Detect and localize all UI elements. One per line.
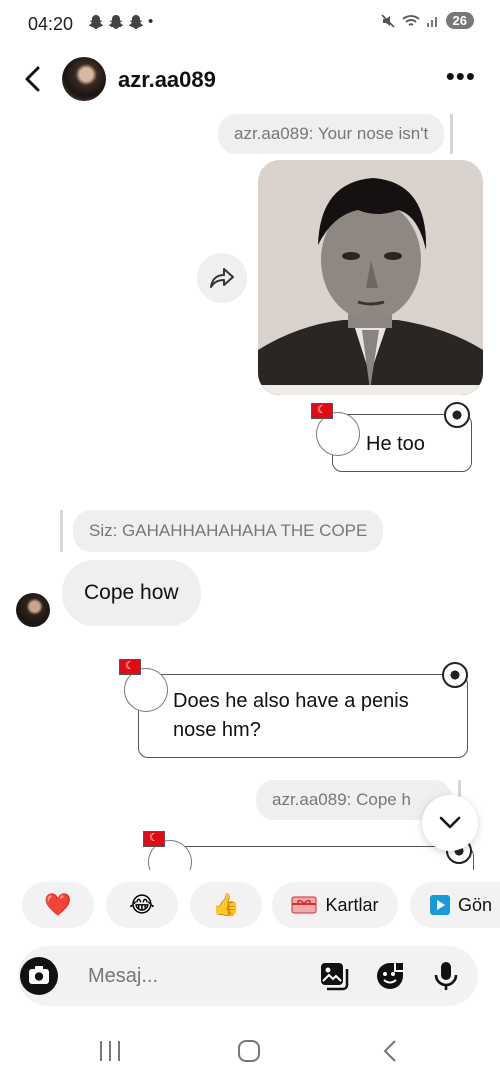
turkey-flag-icon — [119, 659, 141, 675]
sender-avatar[interactable] — [16, 593, 50, 627]
reply-quote: azr.aa089: Your nose isn't — [218, 114, 454, 154]
snapchat-icon — [128, 14, 144, 29]
battery-indicator: 26 — [445, 12, 474, 29]
chat-username[interactable]: azr.aa089 — [118, 67, 216, 93]
message-thread[interactable]: azr.aa089: Your nose isn't He too Siz: G… — [0, 110, 500, 870]
reply-quote: Siz: GAHAHHAHAHAHA THE COPE — [60, 510, 384, 552]
cards-label: Kartlar — [325, 894, 379, 915]
battery-level: 26 — [452, 13, 467, 28]
soccer-ball-icon — [444, 402, 470, 428]
signal-icon — [426, 16, 437, 27]
system-nav-bar — [0, 1020, 500, 1084]
quick-reaction-heart[interactable]: ❤️ — [22, 882, 94, 928]
status-right: 26 — [380, 12, 474, 29]
message-composer — [18, 946, 478, 1006]
mute-icon — [380, 13, 395, 28]
home-icon — [238, 1040, 260, 1062]
gallery-button[interactable] — [318, 960, 350, 992]
voice-button[interactable] — [430, 960, 462, 992]
message-input[interactable] — [88, 961, 308, 991]
recent-apps-button[interactable] — [90, 1036, 130, 1066]
portrait-image — [258, 160, 483, 395]
sticker-icon — [377, 963, 403, 989]
reply-quote-text: Siz: GAHAHHAHAHAHA THE COPE — [73, 510, 384, 552]
recent-apps-icon — [100, 1041, 120, 1061]
gallery-icon — [321, 963, 349, 991]
sticker-message[interactable]: He too — [308, 402, 484, 480]
turkey-flag-icon — [143, 831, 165, 847]
snapchat-icon — [88, 14, 104, 29]
scroll-to-bottom-button[interactable] — [422, 795, 478, 851]
notification-icons: • — [88, 13, 153, 30]
incoming-message[interactable]: Cope how — [62, 560, 201, 626]
back-button[interactable] — [18, 62, 46, 96]
system-back-icon — [383, 1040, 396, 1062]
sticker-message[interactable]: Does he also have a penis nose hm? — [116, 659, 486, 770]
send-button[interactable]: Gön — [410, 882, 500, 928]
quick-reaction-thumbs-up[interactable]: 👍 — [190, 882, 262, 928]
microphone-icon — [434, 962, 458, 990]
turkey-flag-icon — [311, 403, 333, 419]
send-label: Gön — [458, 894, 493, 915]
profile-avatar[interactable] — [62, 57, 106, 101]
reply-quote-text: azr.aa089: Your nose isn't — [218, 114, 445, 154]
quick-reaction-laugh[interactable]: 😂 — [106, 882, 178, 928]
sticker-frame — [164, 846, 474, 870]
turkish-cat-sticker — [311, 403, 360, 456]
camera-button[interactable] — [20, 957, 58, 995]
gift-card-icon — [291, 896, 317, 914]
share-button[interactable] — [197, 253, 247, 303]
quick-reactions-bar: ❤️ 😂 👍 Kartlar Gön — [0, 882, 500, 932]
more-notifications-dot: • — [148, 13, 154, 30]
chat-header: azr.aa089 ••• — [0, 50, 500, 110]
snapchat-icon — [108, 14, 124, 29]
soccer-ball-icon — [442, 662, 468, 688]
thumbs-up-emoji: 👍 — [212, 892, 240, 917]
sticker-button[interactable] — [374, 960, 406, 992]
send-icon — [430, 895, 450, 915]
turkish-cat-sticker — [119, 659, 168, 712]
chevron-down-icon — [439, 816, 461, 829]
status-time: 04:20 — [28, 14, 74, 34]
shared-photo[interactable] — [258, 160, 483, 395]
message-text: He too — [366, 433, 425, 455]
heart-emoji: ❤️ — [44, 892, 72, 917]
share-arrow-icon — [210, 268, 234, 288]
cards-button[interactable]: Kartlar — [272, 882, 398, 928]
wifi-icon — [401, 14, 420, 26]
system-back-button[interactable] — [370, 1036, 410, 1066]
laughing-emoji: 😂 — [129, 892, 155, 917]
camera-icon — [29, 966, 49, 984]
status-bar: 04:20 • 26 — [0, 0, 500, 50]
home-button[interactable] — [229, 1036, 269, 1066]
turkish-cat-sticker — [143, 831, 192, 870]
back-arrow-icon — [25, 66, 40, 92]
message-text: Does he also have a penis nose hm? — [173, 690, 409, 741]
more-options-button[interactable]: ••• — [446, 63, 476, 89]
